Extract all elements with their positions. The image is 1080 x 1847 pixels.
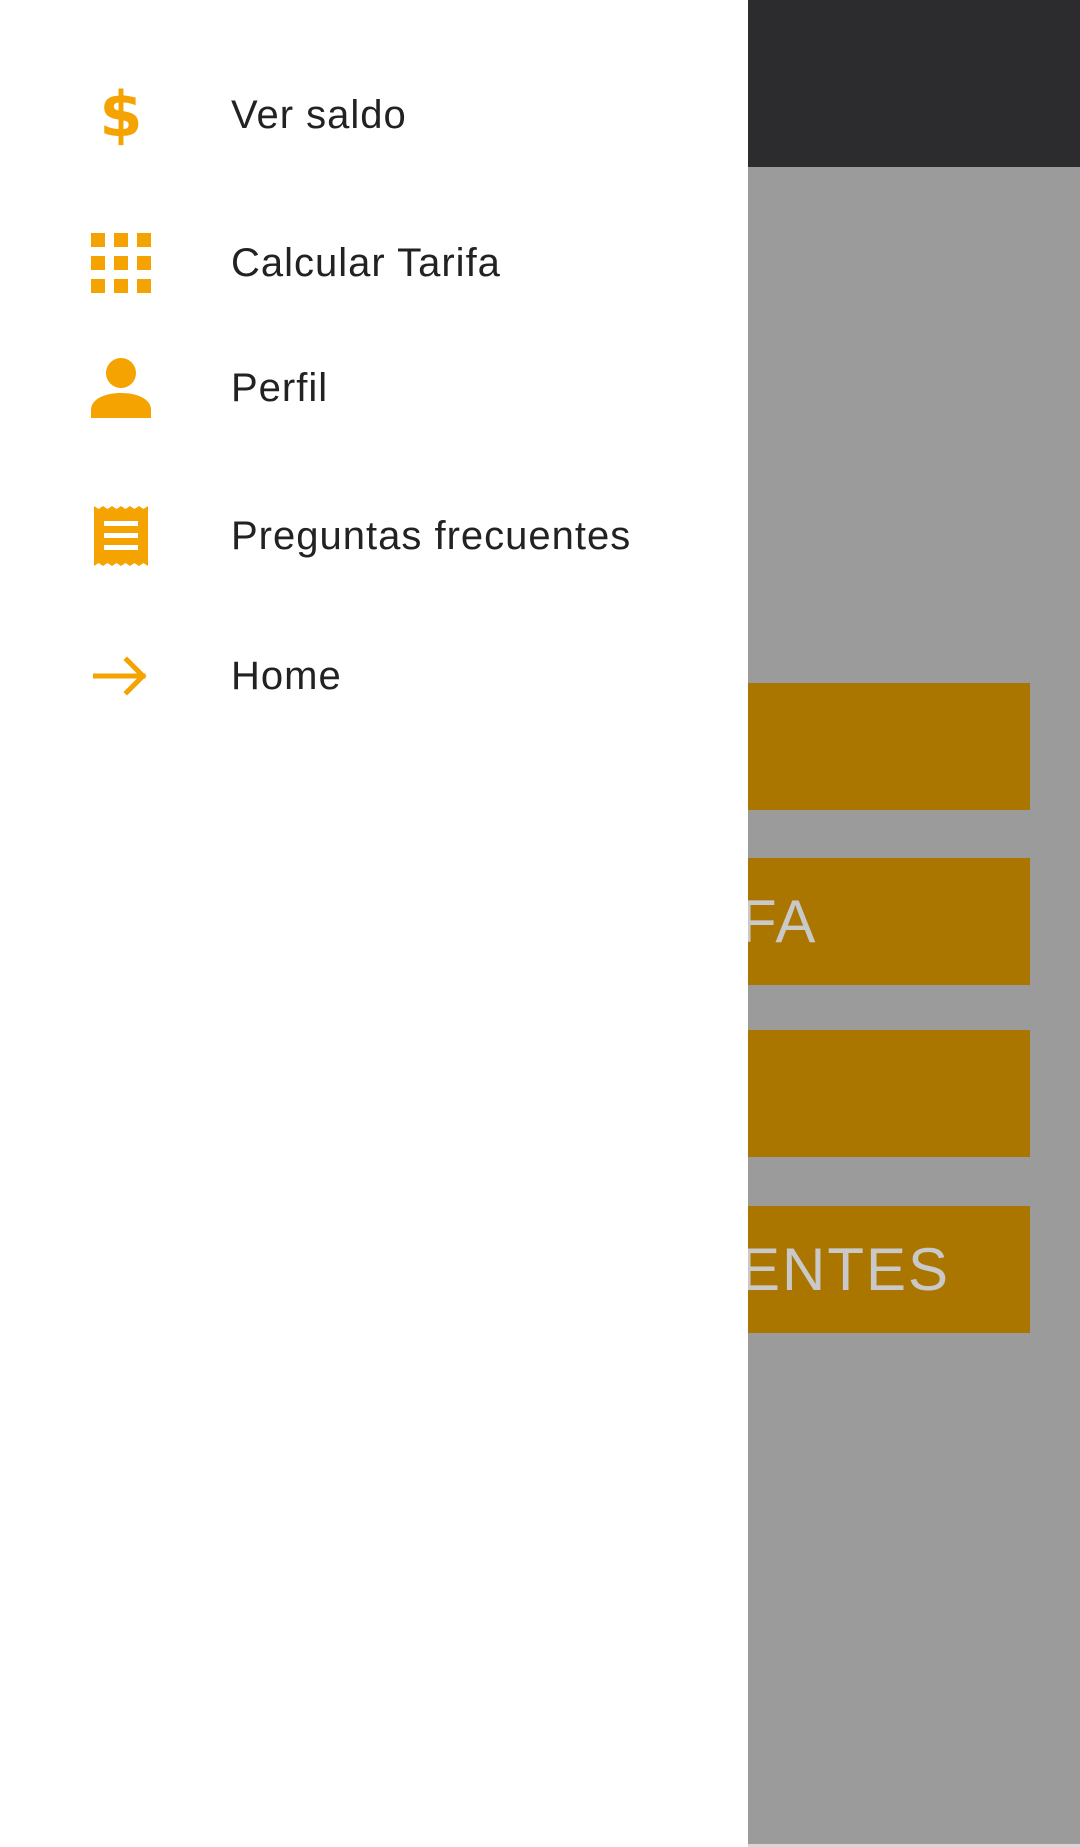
person-icon: [90, 357, 152, 419]
background-button-label: ENTES: [740, 1236, 951, 1303]
drawer-item-home[interactable]: Home: [0, 621, 748, 731]
drawer-item-label: Calcular Tarifa: [231, 240, 501, 285]
dollar-icon: $: [99, 78, 143, 151]
drawer-item-ver-saldo[interactable]: $ Ver saldo: [0, 60, 748, 170]
drawer-item-label: Ver saldo: [231, 92, 407, 137]
drawer-item-label: Home: [231, 653, 342, 698]
drawer-item-label: Perfil: [231, 365, 329, 410]
grid-icon: [90, 232, 152, 294]
navigation-drawer: $ Ver saldo Calcular Tarifa Perfil Pregu…: [0, 0, 748, 1847]
background-button-label: FA: [740, 888, 818, 955]
screen: FA ENTES $ Ver saldo Calcular Tarifa Per…: [0, 0, 1080, 1847]
receipt-icon: [90, 505, 152, 567]
arrow-right-icon: [90, 645, 152, 707]
drawer-item-label: Preguntas frecuentes: [231, 513, 632, 558]
drawer-item-preguntas-frecuentes[interactable]: Preguntas frecuentes: [0, 481, 748, 591]
drawer-item-calcular-tarifa[interactable]: Calcular Tarifa: [0, 208, 748, 318]
drawer-item-perfil[interactable]: Perfil: [0, 333, 748, 443]
